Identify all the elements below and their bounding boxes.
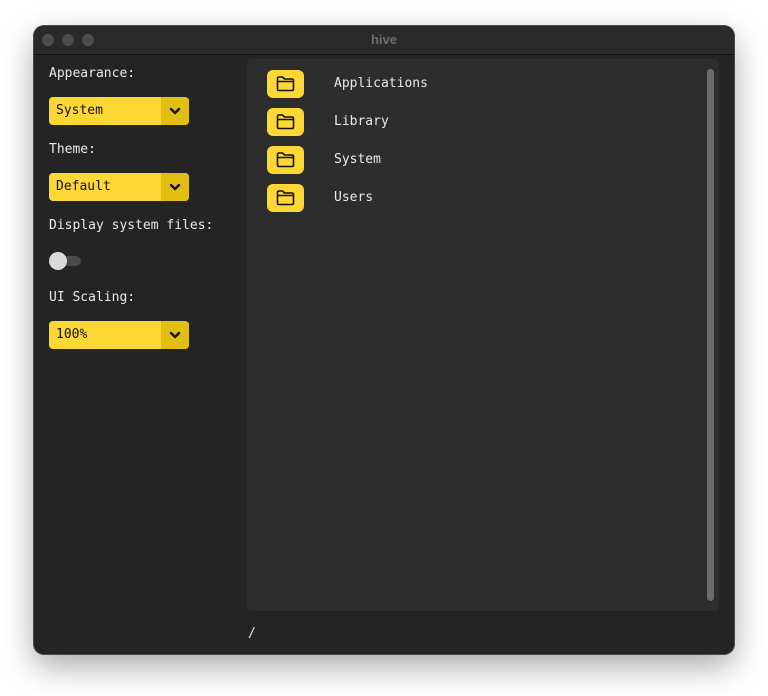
file-name[interactable]: Library [334,108,389,136]
folder-icon [276,114,295,130]
window-title: hive [370,32,397,47]
file-list-panel[interactable]: Applications Library System Users [247,59,719,611]
appearance-dropdown-value: System [56,103,103,118]
ui-scaling-dropdown[interactable]: 100% [49,321,189,349]
chevron-down-icon [169,183,181,191]
toggle-knob [49,252,67,270]
folder-button[interactable] [267,108,304,136]
folder-icon [276,190,295,206]
file-list-item[interactable]: Library [267,108,687,136]
theme-dropdown-arrow[interactable] [161,173,189,201]
ui-scaling-label: UI Scaling: [49,290,136,305]
appearance-label: Appearance: [49,66,136,81]
system-files-toggle[interactable] [49,252,83,270]
current-path: / [248,626,256,641]
folder-button[interactable] [267,146,304,174]
chevron-down-icon [169,107,181,115]
theme-dropdown[interactable]: Default [49,173,189,201]
ui-scaling-dropdown-value: 100% [56,327,88,342]
theme-dropdown-value: Default [56,179,111,194]
theme-label: Theme: [49,142,96,157]
app-window: hive Appearance: System Theme: Default D… [34,26,734,654]
folder-button[interactable] [267,184,304,212]
appearance-dropdown-arrow[interactable] [161,97,189,125]
appearance-dropdown[interactable]: System [49,97,189,125]
folder-button[interactable] [267,70,304,98]
file-name[interactable]: System [334,146,381,174]
file-list-scrollbar[interactable] [707,69,714,601]
file-list-item[interactable]: Applications [267,70,687,98]
folder-icon [276,152,295,168]
title-bar: hive [34,26,734,55]
ui-scaling-dropdown-arrow[interactable] [161,321,189,349]
file-name[interactable]: Users [334,184,373,212]
chevron-down-icon [169,331,181,339]
system-files-label: Display system files: [49,218,214,233]
file-list-item[interactable]: Users [267,184,687,212]
folder-icon [276,76,295,92]
file-list-item[interactable]: System [267,146,687,174]
file-name[interactable]: Applications [334,70,428,98]
